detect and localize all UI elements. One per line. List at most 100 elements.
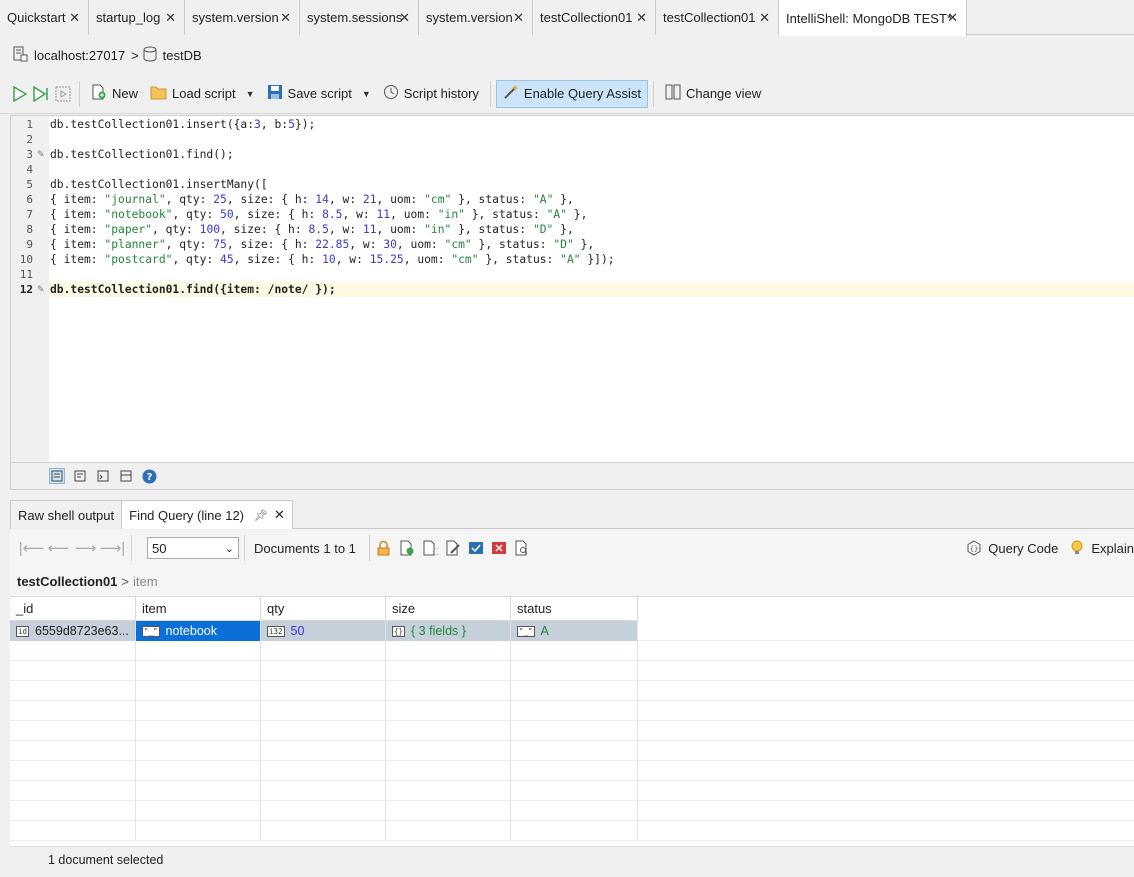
cell-status[interactable]: "_" A <box>511 621 638 641</box>
close-icon[interactable]: ✕ <box>69 10 80 26</box>
tab-label: Raw shell output <box>18 507 115 523</box>
close-icon[interactable]: ✕ <box>165 10 176 26</box>
query-code-icon: {} <box>965 539 983 557</box>
code-line[interactable]: { item: "journal", qty: 25, size: { h: 1… <box>50 192 574 207</box>
cell-value: notebook <box>165 624 217 638</box>
cell-value: { 3 fields } <box>411 624 466 638</box>
tab-label: Find Query (line 12) <box>129 507 245 523</box>
code-line[interactable]: db.testCollection01.insert({a:3, b:5}); <box>50 117 315 132</box>
table-row[interactable]: id 6559d8723e63... "_" notebook i32 50 {… <box>10 621 1134 641</box>
line-number: 12 <box>19 283 33 296</box>
breadcrumb-field[interactable]: item <box>133 574 158 589</box>
empty-cell <box>511 701 638 721</box>
column-header-qty[interactable]: qty <box>261 597 386 621</box>
tab-label: startup_log <box>96 10 161 25</box>
tab-find-query[interactable]: Find Query (line 12) 📌︎ ✕ <box>121 500 293 529</box>
line-number: 9 <box>26 238 33 251</box>
last-page-icon[interactable]: ⟶| <box>99 539 126 557</box>
cell-value: 50 <box>290 624 305 638</box>
close-icon[interactable]: ✕ <box>947 10 958 26</box>
validate-icon[interactable] <box>467 539 485 557</box>
new-button[interactable]: New <box>85 80 144 108</box>
editor-view-icon[interactable] <box>49 468 65 484</box>
line-number: 3 <box>26 148 33 161</box>
explain-button[interactable]: Explain <box>1091 541 1134 556</box>
run-to-cursor-icon[interactable] <box>30 80 52 108</box>
tab-testcollection01[interactable]: testCollection01 ✕ <box>533 0 656 35</box>
close-icon[interactable]: ✕ <box>399 10 410 26</box>
cell-size[interactable]: {} { 3 fields } <box>386 621 511 641</box>
code-line[interactable]: { item: "postcard", qty: 45, size: { h: … <box>50 252 615 267</box>
results-grid[interactable]: _id item qty size status id 6559d8723e63… <box>10 596 1134 846</box>
chevron-down-icon[interactable]: ▼ <box>246 89 255 99</box>
run-selection-icon[interactable] <box>52 80 74 108</box>
column-header-item[interactable]: item <box>136 597 261 621</box>
tab-raw-shell-output[interactable]: Raw shell output <box>10 500 123 529</box>
empty-cell <box>386 781 511 801</box>
text-view-icon[interactable] <box>72 468 88 484</box>
next-page-icon[interactable]: ⟶ <box>72 539 99 557</box>
tab-quickstart[interactable]: Quickstart ✕ <box>0 0 89 35</box>
empty-cell <box>10 801 136 821</box>
tab-startup-log[interactable]: startup_log ✕ <box>89 0 185 35</box>
query-code-button[interactable]: Query Code <box>988 541 1058 556</box>
change-view-button[interactable]: Change view <box>659 80 767 108</box>
breadcrumb-collection[interactable]: testCollection01 <box>17 574 117 589</box>
find-document-icon[interactable] <box>513 539 531 557</box>
tab-intellishell[interactable]: IntelliShell: MongoDB TEST* ✕ <box>779 0 967 36</box>
tab-system-sessions[interactable]: system.sessions ✕ <box>300 0 419 35</box>
delete-document-icon[interactable] <box>490 539 508 557</box>
cell-qty[interactable]: i32 50 <box>261 621 386 641</box>
edit-marker-icon: ✎ <box>37 284 45 294</box>
layout-view-icon[interactable] <box>118 468 134 484</box>
edit-document-icon[interactable] <box>444 539 462 557</box>
tab-system-version[interactable]: system.version ✕ <box>185 0 300 35</box>
empty-cell <box>261 801 386 821</box>
run-icon[interactable] <box>10 80 30 108</box>
add-document-icon[interactable] <box>398 539 416 557</box>
script-history-button[interactable]: Script history <box>377 80 485 108</box>
code-line[interactable]: { item: "planner", qty: 75, size: { h: 2… <box>50 237 594 252</box>
page-size-select[interactable]: 50 ⌄ <box>147 537 239 559</box>
load-script-button[interactable]: Load script ▼ <box>144 80 261 108</box>
close-icon[interactable]: ✕ <box>636 10 647 26</box>
pin-icon[interactable]: 📌︎ <box>254 509 268 522</box>
chevron-down-icon[interactable]: ▼ <box>362 89 371 99</box>
tab-system-version-2[interactable]: system.version ✕ <box>419 0 533 35</box>
empty-table-row <box>10 661 1134 681</box>
line-number-gutter: 1 2 3 ✎ 4 5 6 7 8 9 10 11 12 ✎ <box>11 116 49 462</box>
tab-testcollection01-2[interactable]: testCollection01 ✕ <box>656 0 779 35</box>
code-line[interactable]: { item: "paper", qty: 100, size: { h: 8.… <box>50 222 574 237</box>
empty-cell <box>386 761 511 781</box>
cell-id[interactable]: id 6559d8723e63... <box>10 621 136 641</box>
clone-document-icon[interactable]: {} <box>421 539 439 557</box>
code-line[interactable]: db.testCollection01.find(); <box>50 147 234 162</box>
save-script-button[interactable]: Save script ▼ <box>261 80 377 108</box>
close-icon[interactable]: ✕ <box>513 10 524 26</box>
code-line[interactable]: db.testCollection01.insertMany([ <box>50 177 268 192</box>
lock-icon[interactable] <box>375 539 393 557</box>
column-header-size[interactable]: size <box>386 597 511 621</box>
cell-item[interactable]: "_" notebook <box>136 621 261 641</box>
script-editor[interactable]: 1 2 3 ✎ 4 5 6 7 8 9 10 11 12 ✎ db.testCollection01.in… <box>10 115 1134 463</box>
toolbar-separator <box>131 535 132 561</box>
column-header-status[interactable]: status <box>511 597 638 621</box>
connection-database[interactable]: testDB <box>163 48 202 63</box>
empty-cell <box>511 761 638 781</box>
close-icon[interactable]: ✕ <box>759 10 770 26</box>
cell-value: 6559d8723e63... <box>35 624 129 638</box>
enable-query-assist-button[interactable]: Enable Query Assist <box>495 79 648 108</box>
code-line[interactable]: { item: "notebook", qty: 50, size: { h: … <box>50 207 587 222</box>
help-icon[interactable]: ? <box>141 468 157 484</box>
prev-page-icon[interactable]: ⟵ <box>45 539 72 557</box>
magic-wand-icon <box>503 84 519 103</box>
code-line[interactable]: db.testCollection01.find({item: /note/ }… <box>50 282 336 297</box>
connection-host[interactable]: localhost:27017 <box>34 48 125 63</box>
close-icon[interactable]: ✕ <box>274 507 285 523</box>
server-icon <box>12 46 28 65</box>
close-icon[interactable]: ✕ <box>280 10 291 26</box>
column-header-id[interactable]: _id <box>10 597 136 621</box>
tab-label: system.version <box>192 10 279 25</box>
console-view-icon[interactable] <box>95 468 111 484</box>
first-page-icon[interactable]: |⟵ <box>18 539 45 557</box>
